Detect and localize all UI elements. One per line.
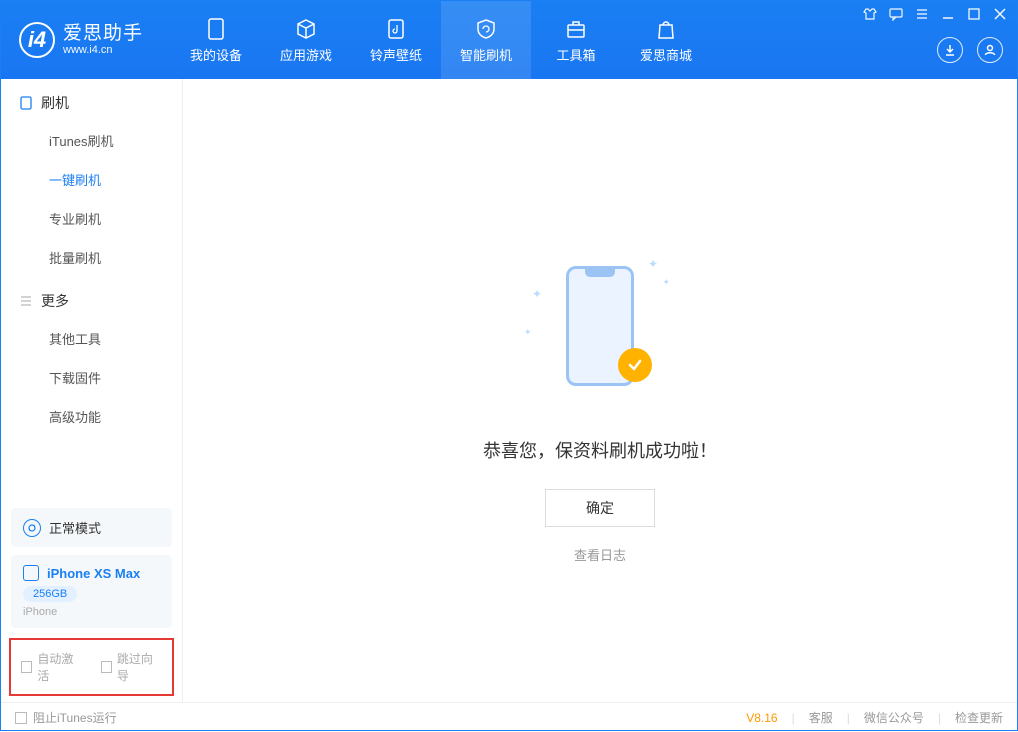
footer-link-service[interactable]: 客服: [809, 709, 833, 726]
sidebar-item-oneclick-flash[interactable]: 一键刷机: [1, 160, 182, 199]
checkbox-skip-wizard[interactable]: 跳过向导: [101, 650, 163, 684]
device-outline-icon: [23, 565, 39, 581]
view-log-link[interactable]: 查看日志: [574, 545, 626, 564]
checkbox-label: 跳过向导: [117, 650, 162, 684]
app-name: 爱思助手: [63, 24, 143, 45]
sidebar-section-flash: 刷机: [1, 79, 182, 121]
refresh-shield-icon: [474, 17, 498, 41]
main-tabs: 我的设备 应用游戏 铃声壁纸 智能刷机 工具箱 爱思商城: [171, 1, 711, 79]
tab-label: 铃声壁纸: [370, 45, 422, 64]
checkbox-icon: [21, 661, 32, 673]
footer-link-update[interactable]: 检查更新: [955, 709, 1003, 726]
success-illustration: ✦ ✦ ✦ ✦: [500, 257, 700, 407]
checkbox-block-itunes[interactable]: 阻止iTunes运行: [15, 709, 117, 726]
sparkle-icon: ✦: [524, 327, 532, 338]
sidebar-item-advanced[interactable]: 高级功能: [1, 397, 182, 436]
device-type: iPhone: [23, 606, 160, 618]
body: 刷机 iTunes刷机 一键刷机 专业刷机 批量刷机 更多 其他工具 下载固件 …: [1, 79, 1017, 702]
checkbox-label: 自动激活: [37, 650, 82, 684]
download-button[interactable]: [937, 37, 963, 63]
logo-text: 爱思助手 www.i4.cn: [63, 24, 143, 57]
tab-label: 智能刷机: [460, 45, 512, 64]
tab-smart-flash[interactable]: 智能刷机: [441, 1, 531, 79]
toolbox-icon: [564, 17, 588, 41]
footer-link-wechat[interactable]: 微信公众号: [864, 709, 924, 726]
section-title: 刷机: [41, 93, 69, 113]
skin-icon[interactable]: [863, 7, 877, 24]
app-url: www.i4.cn: [63, 44, 143, 56]
tab-ringtones-wallpapers[interactable]: 铃声壁纸: [351, 1, 441, 79]
minimize-button[interactable]: [941, 7, 955, 24]
checkmark-badge-icon: [618, 348, 652, 382]
bag-icon: [654, 17, 678, 41]
sparkle-icon: ✦: [532, 287, 542, 301]
device-icon: [19, 96, 33, 110]
device-name: iPhone XS Max: [47, 566, 140, 581]
tab-my-device[interactable]: 我的设备: [171, 1, 261, 79]
checkbox-icon: [15, 712, 27, 724]
window-controls-top: [863, 7, 1007, 24]
user-button[interactable]: [977, 37, 1003, 63]
app-header: i4 爱思助手 www.i4.cn 我的设备 应用游戏 铃声壁纸 智能刷机 工具…: [1, 1, 1017, 79]
sidebar-item-itunes-flash[interactable]: iTunes刷机: [1, 121, 182, 160]
tab-toolbox[interactable]: 工具箱: [531, 1, 621, 79]
close-button[interactable]: [993, 7, 1007, 24]
status-bar: 阻止iTunes运行 V8.16 | 客服 | 微信公众号 | 检查更新: [1, 702, 1017, 732]
menu-icon[interactable]: [915, 7, 929, 24]
tab-label: 爱思商城: [640, 45, 692, 64]
music-file-icon: [384, 17, 408, 41]
options-highlight: 自动激活 跳过向导: [9, 638, 174, 696]
checkbox-label: 阻止iTunes运行: [33, 709, 117, 726]
tab-apps-games[interactable]: 应用游戏: [261, 1, 351, 79]
phone-icon: [204, 17, 228, 41]
sidebar-bottom: 正常模式 iPhone XS Max 256GB iPhone 自动激活 跳过向…: [1, 500, 182, 702]
sidebar-item-other-tools[interactable]: 其他工具: [1, 319, 182, 358]
mode-card[interactable]: 正常模式: [11, 508, 172, 547]
footer-right: V8.16 | 客服 | 微信公众号 | 检查更新: [746, 709, 1003, 726]
device-card[interactable]: iPhone XS Max 256GB iPhone: [11, 555, 172, 628]
logo-area: i4 爱思助手 www.i4.cn: [1, 1, 161, 79]
success-message: 恭喜您，保资料刷机成功啦！: [483, 437, 717, 463]
tab-store[interactable]: 爱思商城: [621, 1, 711, 79]
tab-label: 应用游戏: [280, 45, 332, 64]
checkbox-auto-activate[interactable]: 自动激活: [21, 650, 83, 684]
tab-label: 工具箱: [557, 45, 596, 64]
mode-label: 正常模式: [49, 518, 101, 537]
sidebar: 刷机 iTunes刷机 一键刷机 专业刷机 批量刷机 更多 其他工具 下载固件 …: [1, 79, 183, 702]
sync-icon: [23, 519, 41, 537]
sidebar-item-download-firmware[interactable]: 下载固件: [1, 358, 182, 397]
main-content: ✦ ✦ ✦ ✦ 恭喜您，保资料刷机成功啦！ 确定 查看日志: [183, 79, 1017, 702]
checkbox-icon: [101, 661, 112, 673]
header-actions: [937, 37, 1003, 63]
logo-icon: i4: [19, 22, 55, 58]
feedback-icon[interactable]: [889, 7, 903, 24]
sidebar-item-batch-flash[interactable]: 批量刷机: [1, 238, 182, 277]
ok-button[interactable]: 确定: [545, 489, 655, 527]
sidebar-item-pro-flash[interactable]: 专业刷机: [1, 199, 182, 238]
version-label: V8.16: [746, 711, 777, 725]
sparkle-icon: ✦: [662, 277, 670, 288]
maximize-button[interactable]: [967, 7, 981, 24]
tab-label: 我的设备: [190, 45, 242, 64]
sidebar-section-more: 更多: [1, 277, 182, 319]
storage-badge: 256GB: [23, 586, 77, 602]
list-icon: [19, 294, 33, 308]
sparkle-icon: ✦: [648, 257, 658, 271]
section-title: 更多: [41, 291, 69, 311]
cube-icon: [294, 17, 318, 41]
